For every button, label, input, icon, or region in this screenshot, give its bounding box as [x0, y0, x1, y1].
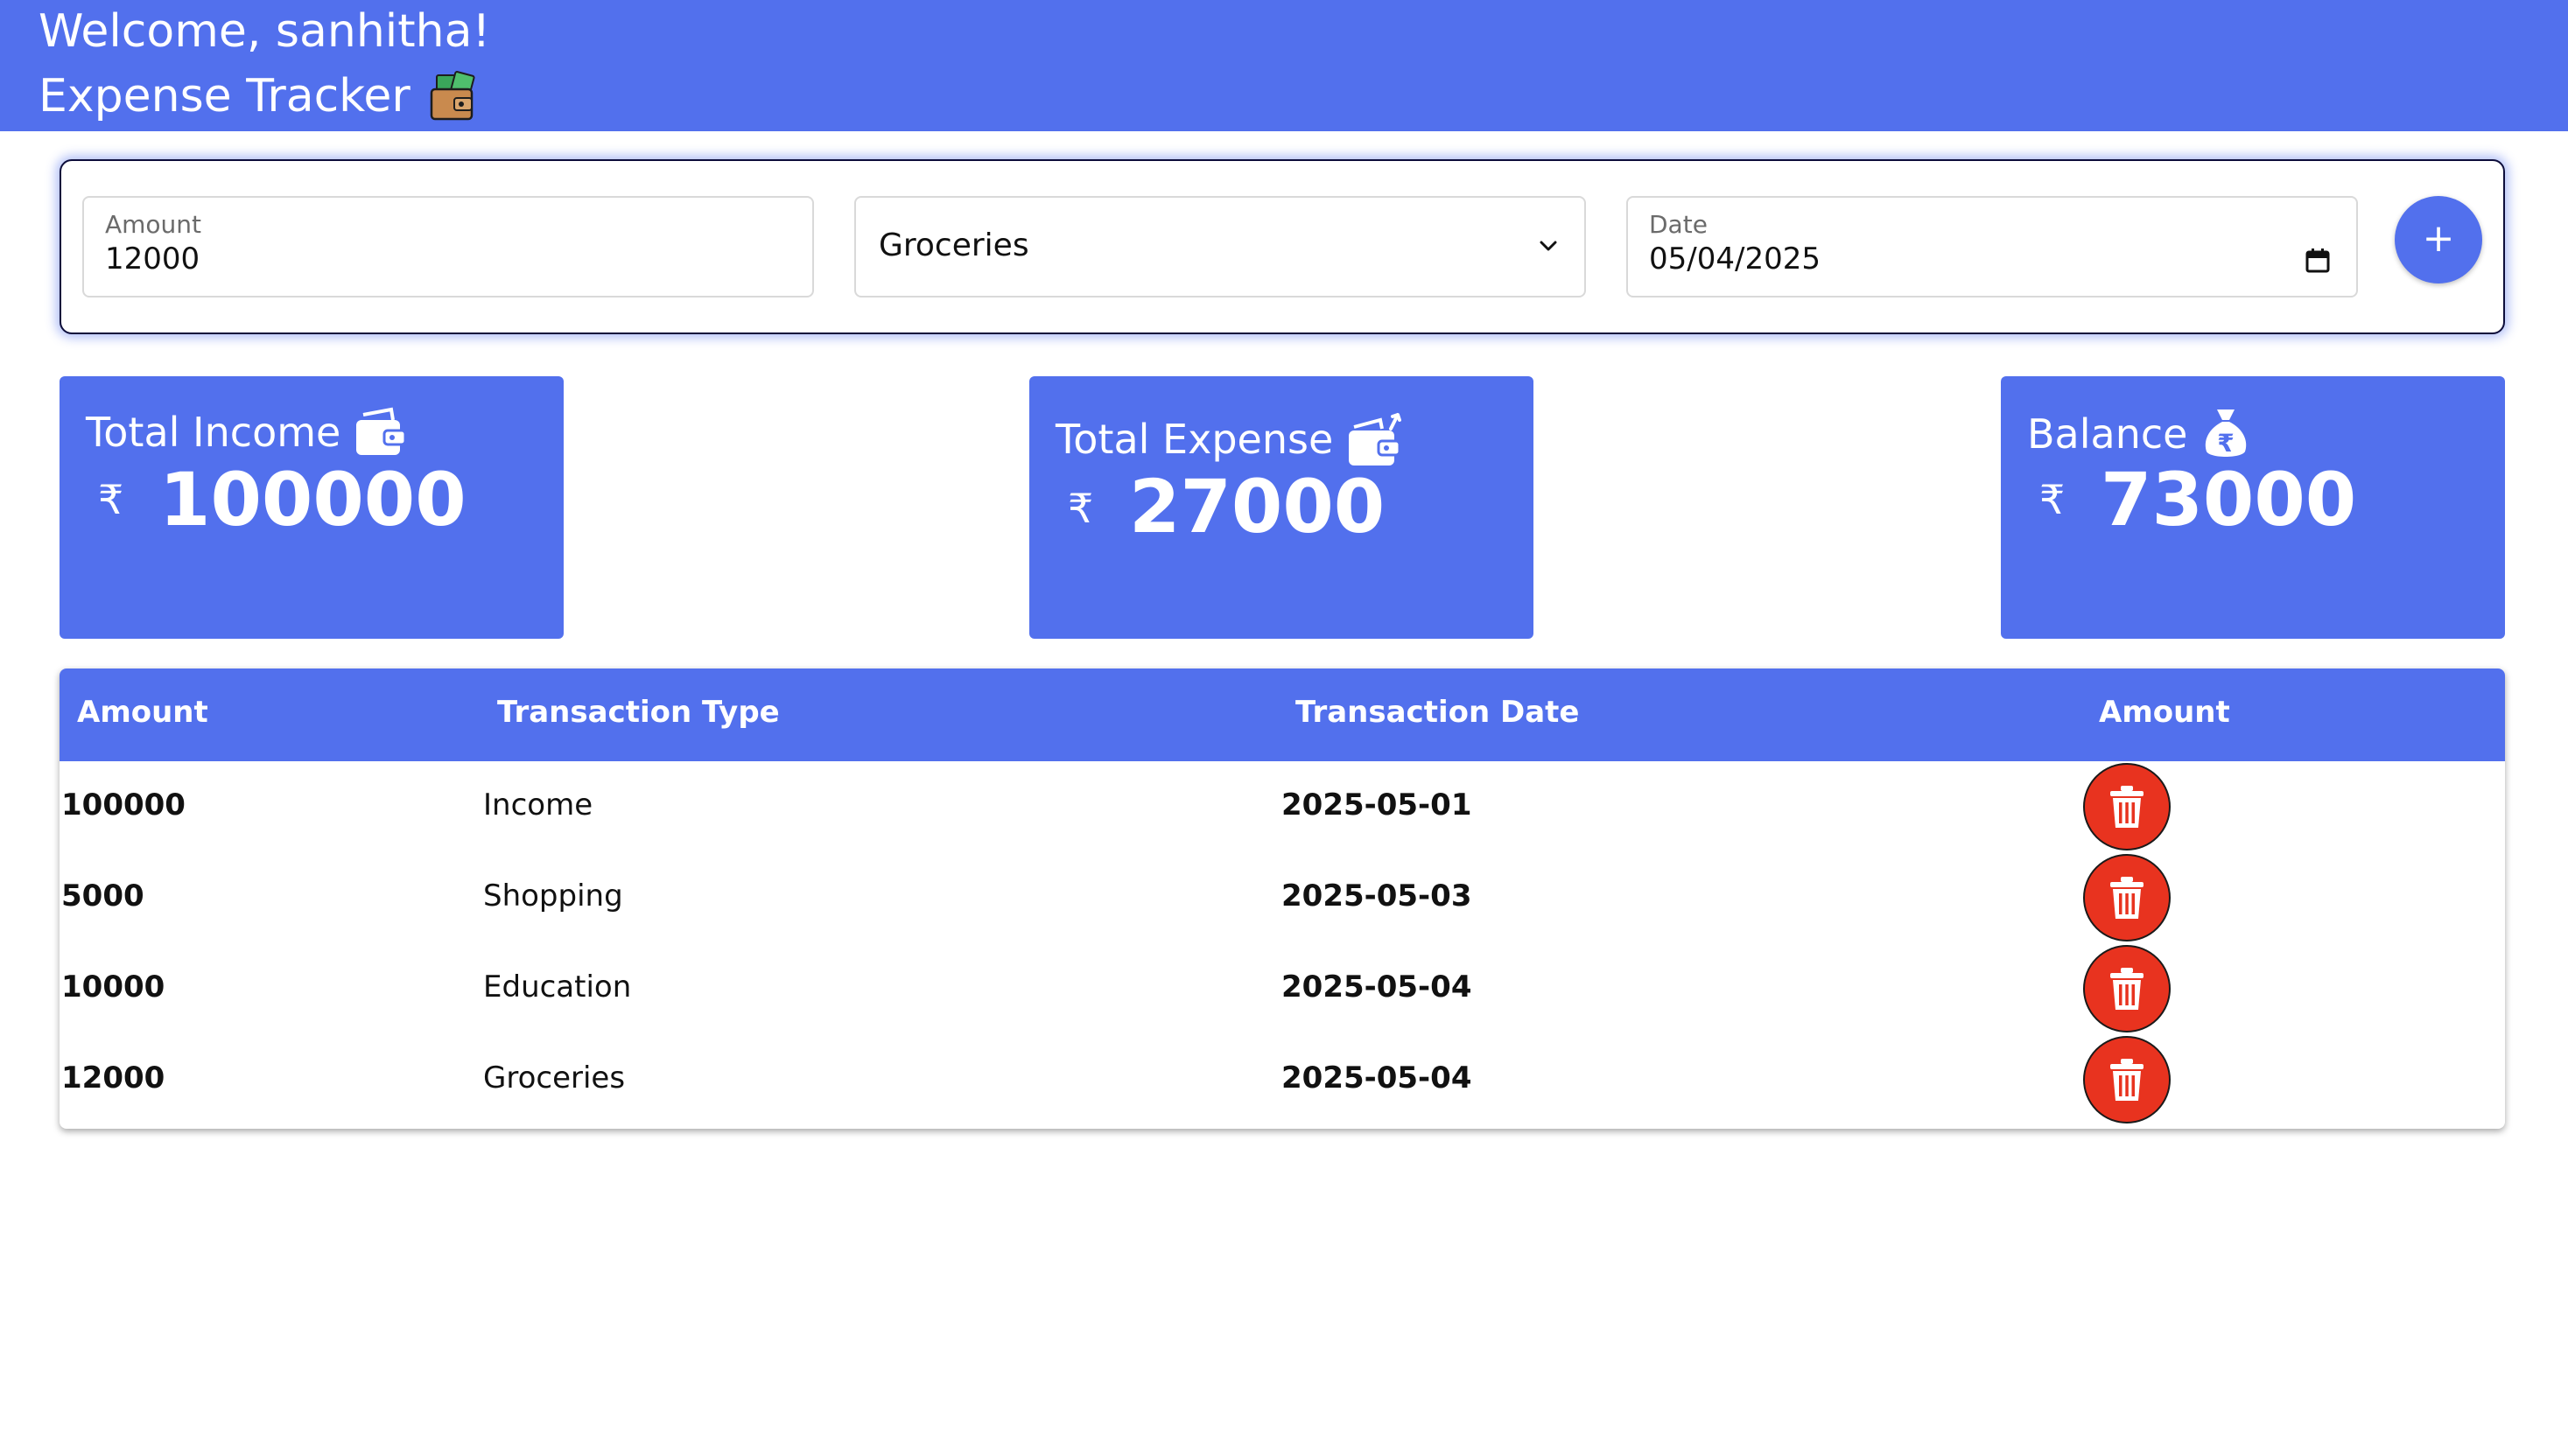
- income-amount: 100000: [159, 457, 467, 542]
- date-field[interactable]: Date 05/04/2025: [1626, 196, 2358, 298]
- cell-type: Income: [483, 788, 593, 822]
- table-header: Amount Transaction Type Transaction Date…: [60, 668, 2505, 761]
- balance-title-row: Balance ₹: [2027, 406, 2252, 462]
- transactions-table: Amount Transaction Type Transaction Date…: [60, 668, 2505, 1129]
- expense-currency: ₹: [1068, 485, 1094, 532]
- cell-type: Education: [483, 970, 632, 1004]
- cell-amount: 100000: [61, 788, 186, 822]
- total-income-title: Total Income: [86, 409, 341, 456]
- delete-button[interactable]: [2083, 763, 2171, 850]
- cell-date: 2025-05-03: [1281, 878, 1472, 914]
- total-income-card: Total Income ₹ 100000: [60, 376, 564, 639]
- category-value: Groceries: [879, 228, 1029, 263]
- total-expense-title: Total Expense: [1056, 416, 1334, 463]
- svg-text:₹: ₹: [2218, 429, 2235, 458]
- cell-type: Shopping: [483, 878, 623, 914]
- balance-currency: ₹: [2039, 476, 2066, 523]
- app-title: Expense Tracker: [39, 70, 410, 122]
- chevron-down-icon: [1540, 241, 1557, 251]
- amount-field[interactable]: Amount 12000: [82, 196, 814, 298]
- total-income-title-row: Total Income: [86, 406, 409, 458]
- cell-date: 2025-05-04: [1281, 1060, 1472, 1096]
- header-transaction-type: Transaction Type: [497, 695, 780, 730]
- trash-icon: [2110, 877, 2144, 919]
- amount-label: Amount: [105, 210, 202, 239]
- app-header: Welcome, sanhitha! Expense Tracker: [0, 0, 2568, 131]
- app-title-row: Expense Tracker: [39, 66, 481, 126]
- cell-amount: 5000: [61, 878, 144, 914]
- balance-amount: 73000: [2101, 457, 2357, 542]
- table-row: 12000 Groceries 2025-05-04: [60, 1034, 2505, 1125]
- trash-icon: [2110, 1059, 2144, 1101]
- welcome-text: Welcome, sanhitha!: [39, 5, 491, 58]
- table-row: 100000 Income 2025-05-01: [60, 761, 2505, 852]
- cell-amount: 12000: [61, 1060, 165, 1096]
- total-expense-card: Total Expense ₹ 27000: [1029, 376, 1533, 639]
- header-transaction-date: Transaction Date: [1295, 695, 1580, 730]
- cell-type: Groceries: [483, 1060, 626, 1096]
- delete-button[interactable]: [2083, 1036, 2171, 1124]
- wallet-money-icon: [428, 70, 481, 122]
- balance-title: Balance: [2027, 410, 2188, 458]
- balance-card: Balance ₹ ₹ 73000: [2001, 376, 2505, 639]
- category-select[interactable]: Groceries: [854, 196, 1586, 298]
- header-action: Amount: [2099, 695, 2230, 730]
- wallet-out-icon: [1349, 413, 1402, 466]
- table-row: 10000 Education 2025-05-04: [60, 943, 2505, 1034]
- delete-button[interactable]: [2083, 854, 2171, 942]
- delete-button[interactable]: [2083, 945, 2171, 1032]
- trash-icon: [2110, 786, 2144, 828]
- money-bag-icon: ₹: [2206, 410, 2247, 458]
- add-transaction-form: Amount 12000 Groceries Date 05/04/2025 +: [60, 159, 2505, 334]
- amount-value[interactable]: 12000: [105, 242, 200, 276]
- cell-date: 2025-05-04: [1281, 970, 1472, 1004]
- income-currency: ₹: [98, 476, 124, 523]
- expense-amount: 27000: [1129, 464, 1386, 550]
- header-amount: Amount: [77, 695, 208, 730]
- table-row: 5000 Shopping 2025-05-03: [60, 852, 2505, 943]
- trash-icon: [2110, 968, 2144, 1010]
- total-expense-title-row: Total Expense: [1056, 410, 1407, 469]
- wallet-icon: [356, 407, 407, 455]
- calendar-icon[interactable]: [2304, 247, 2332, 275]
- cell-amount: 10000: [61, 970, 165, 1004]
- date-value[interactable]: 05/04/2025: [1649, 242, 1821, 276]
- add-transaction-button[interactable]: +: [2395, 196, 2482, 284]
- date-label: Date: [1649, 210, 1708, 239]
- cell-date: 2025-05-01: [1281, 788, 1472, 822]
